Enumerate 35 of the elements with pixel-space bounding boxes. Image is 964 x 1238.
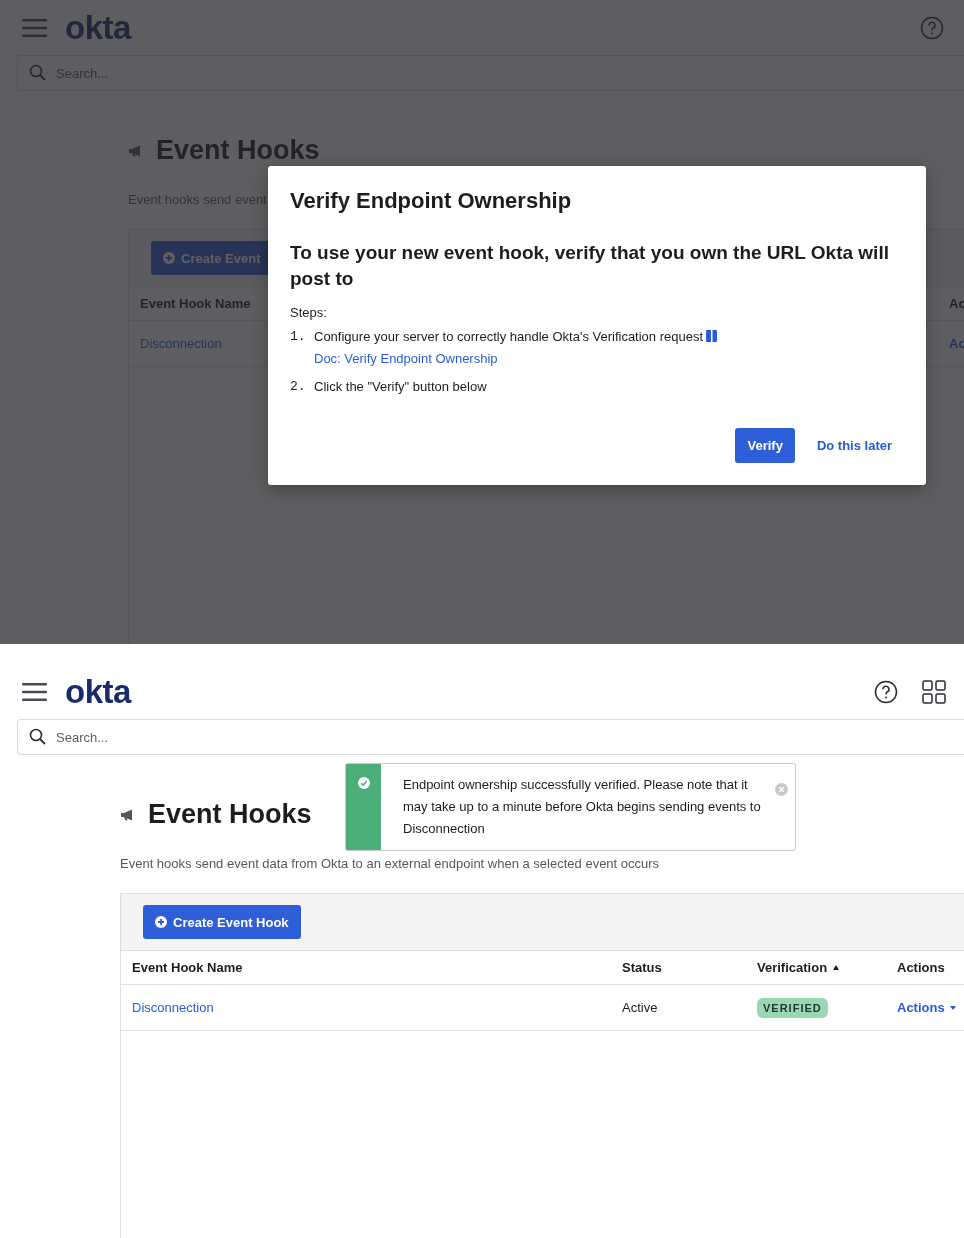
page-title: Event Hooks — [148, 799, 312, 830]
steps-label: Steps: — [290, 305, 328, 321]
step-number: 1. — [290, 328, 304, 347]
caret-icon — [949, 1005, 956, 1010]
doc-link[interactable]: Doc: Verify Endpoint Ownership — [314, 351, 498, 367]
column-header: Event Hook Name — [140, 296, 252, 311]
column-header: Event Hook Name — [132, 960, 244, 975]
status-text: Active — [622, 1000, 659, 1015]
search-icon — [29, 728, 46, 745]
step-number: 2. — [290, 378, 304, 397]
event-hook-link[interactable]: Disconnection — [132, 1000, 622, 1015]
step-text: Configure your server to correctly handle Okta's Verification request Doc: Verify Endpoint Ownership — [314, 326, 904, 371]
actions-menu[interactable]: Actions — [897, 1000, 964, 1015]
app-grid-icon[interactable] — [922, 679, 946, 704]
page-title: Event Hooks — [156, 135, 320, 166]
column-header[interactable]: Verification — [757, 960, 897, 975]
toast-message: Endpoint ownership successfully verified. Please note that it may take up to a minute before Okta begins sending events to Disconnection — [402, 776, 762, 838]
page-description: Event hooks send event data from Okta to an external endpoint when a selected event occurs — [120, 856, 660, 871]
okta-logo[interactable]: okta — [65, 672, 131, 711]
verify-button[interactable]: Verify — [735, 428, 795, 464]
plus-circle-icon — [155, 916, 167, 928]
verified-badge: VERIFIED — [757, 998, 828, 1018]
dialog-title: Verify Endpoint Ownership — [290, 188, 573, 214]
create-event-hook-button[interactable]: Create Event Hook — [143, 905, 301, 939]
check-circle-icon — [357, 777, 370, 789]
step-text: Click the "Verify" button below — [314, 378, 487, 397]
search-field[interactable]: Search... — [17, 719, 964, 755]
column-header: Actions — [897, 960, 946, 975]
menu-icon[interactable] — [22, 682, 47, 701]
help-icon[interactable] — [874, 679, 898, 704]
dialog-heading: To use your new event hook, verify that you own the URL Okta will post to — [290, 241, 890, 291]
later-button[interactable]: Do this later — [804, 438, 904, 454]
column-header: Status — [622, 960, 663, 975]
sort-ascending-icon — [833, 965, 840, 970]
megaphone-icon — [120, 808, 134, 821]
